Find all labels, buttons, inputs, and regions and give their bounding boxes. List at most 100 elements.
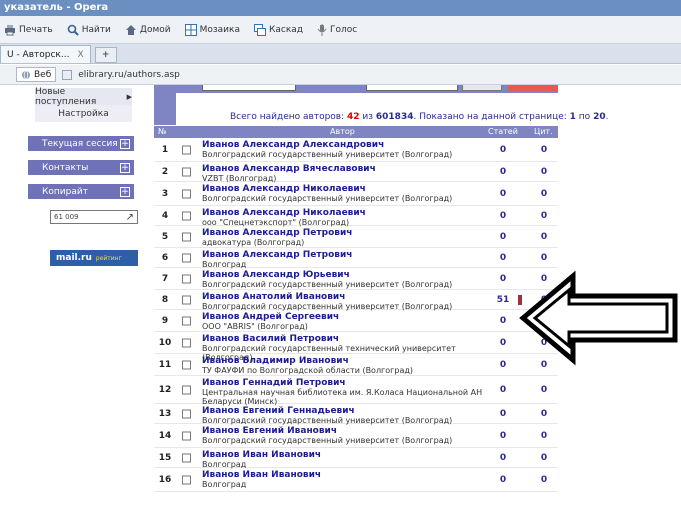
articles-count[interactable]: 0 <box>494 232 512 242</box>
citations-count[interactable]: 0 <box>536 385 552 395</box>
sort-field-select[interactable] <box>202 85 296 91</box>
home-label: Домой <box>139 24 171 35</box>
voice-label: Голос <box>330 24 358 35</box>
citations-count[interactable]: 0 <box>536 167 552 177</box>
row-checkbox[interactable] <box>182 167 191 176</box>
table-row: 7 Иванов Александр Юрьевич Волгоградский г… <box>154 268 558 290</box>
row-checkbox[interactable] <box>182 453 191 462</box>
author-name-link[interactable]: Иванов Владимир Иванович <box>202 356 492 366</box>
row-checkbox[interactable] <box>182 431 191 440</box>
articles-count[interactable]: 0 <box>494 360 512 370</box>
new-tab-button[interactable]: + <box>94 47 117 63</box>
articles-count[interactable]: 0 <box>494 167 512 177</box>
home-button[interactable]: Домой <box>125 24 171 36</box>
authors-table: 1 Иванов Александр Александрович Волгоград… <box>154 138 558 492</box>
search-button[interactable] <box>508 85 558 91</box>
row-checkbox[interactable] <box>182 145 191 154</box>
close-icon[interactable]: X <box>77 50 83 60</box>
author-cell: Иванов Иван Иванович Волгоград <box>202 450 492 469</box>
visit-counter[interactable]: 61 009 ↗ <box>50 210 138 224</box>
voice-button[interactable]: Голос <box>317 24 357 36</box>
articles-count[interactable]: 0 <box>494 316 512 326</box>
author-name-link[interactable]: Иванов Геннадий Петрович <box>202 378 492 388</box>
citations-count[interactable]: 0 <box>536 253 552 263</box>
mosaic-button[interactable]: Мозаика <box>184 23 240 36</box>
row-number: 3 <box>161 188 169 199</box>
author-name-link[interactable]: Иванов Александр Николаевич <box>202 184 492 194</box>
articles-count[interactable]: 0 <box>494 338 512 348</box>
row-checkbox[interactable] <box>182 274 191 283</box>
citations-count[interactable]: 0 <box>536 145 552 155</box>
counter-value: 61 009 <box>54 213 79 221</box>
row-checkbox[interactable] <box>182 409 191 418</box>
header-citations[interactable]: Цит. <box>534 127 553 136</box>
citations-count[interactable]: 0 <box>536 409 552 419</box>
author-name-link[interactable]: Иванов Анатолий Иванович <box>202 292 492 302</box>
articles-count[interactable]: 0 <box>494 409 512 419</box>
articles-count[interactable]: 0 <box>494 453 512 463</box>
url-field[interactable]: elibrary.ru/authors.asp <box>78 70 180 80</box>
web-search-button[interactable]: Веб <box>16 67 57 82</box>
new-arrivals-link[interactable]: Новые поступления ▶ <box>35 87 132 107</box>
contacts-button[interactable]: Контакты + <box>28 160 134 175</box>
author-name-link[interactable]: Иванов Александр Александрович <box>202 140 492 150</box>
author-affiliation: Волгоград <box>202 480 247 489</box>
articles-count[interactable]: 0 <box>494 253 512 263</box>
summary-of: из <box>359 112 376 122</box>
row-checkbox[interactable] <box>182 316 191 325</box>
author-name-link[interactable]: Иванов Александр Петрович <box>202 250 492 260</box>
tab-authors[interactable]: U - Авторск... X <box>0 45 91 63</box>
row-checkbox[interactable] <box>182 232 191 241</box>
row-number: 2 <box>161 166 169 177</box>
row-checkbox[interactable] <box>182 211 191 220</box>
sort-order-select[interactable] <box>366 85 458 91</box>
find-button[interactable]: Найти <box>67 24 111 36</box>
author-name-link[interactable]: Иванов Андрей Сергеевич <box>202 312 492 322</box>
table-row: 16 Иванов Иван Иванович Волгоград 0 0 <box>154 468 558 492</box>
table-row: 9 Иванов Андрей Сергеевич ООО "ABRIS" (Вол… <box>154 310 558 332</box>
citations-count[interactable]: 0 <box>536 232 552 242</box>
articles-count[interactable]: 0 <box>494 475 512 485</box>
copyright-button[interactable]: Копирайт + <box>28 184 134 199</box>
articles-count[interactable]: 0 <box>494 145 512 155</box>
row-checkbox[interactable] <box>182 385 191 394</box>
author-name-link[interactable]: Иванов Александр Николаевич <box>202 208 492 218</box>
author-name-link[interactable]: Иванов Александр Вячеславович <box>202 164 492 174</box>
articles-count[interactable]: 0 <box>494 189 512 199</box>
row-checkbox[interactable] <box>182 295 191 304</box>
articles-count[interactable]: 0 <box>494 211 512 221</box>
current-session-button[interactable]: Текущая сессия + <box>28 136 134 151</box>
citations-count[interactable]: 0 <box>536 211 552 221</box>
summary-prefix: Всего найдено авторов: <box>230 112 347 122</box>
row-checkbox[interactable] <box>182 189 191 198</box>
author-name-link[interactable]: Иванов Василий Петрович <box>202 334 492 344</box>
mailru-small-label: рейтинг <box>95 254 122 262</box>
mailru-rating-badge[interactable]: mail.ru рейтинг <box>50 250 138 266</box>
row-checkbox[interactable] <box>182 338 191 347</box>
header-author: Автор <box>330 127 355 136</box>
citations-count[interactable]: 0 <box>536 475 552 485</box>
cascade-button[interactable]: Каскад <box>253 23 303 36</box>
author-name-link[interactable]: Иванов Иван Иванович <box>202 450 492 460</box>
articles-count[interactable]: 0 <box>494 431 512 441</box>
articles-count[interactable]: 51 <box>494 295 512 305</box>
settings-link[interactable]: Настройка <box>35 105 132 122</box>
row-checkbox[interactable] <box>182 360 191 369</box>
mosaic-label: Мозаика <box>199 24 240 35</box>
author-name-link[interactable]: Иванов Александр Юрьевич <box>202 270 492 280</box>
author-name-link[interactable]: Иванов Александр Петрович <box>202 228 492 238</box>
row-checkbox[interactable] <box>182 253 191 262</box>
author-name-link[interactable]: Иванов Иван Иванович <box>202 470 492 480</box>
citations-count[interactable]: 0 <box>536 453 552 463</box>
articles-count[interactable]: 0 <box>494 274 512 284</box>
print-button[interactable]: Печать <box>4 24 53 36</box>
citations-count[interactable]: 0 <box>536 189 552 199</box>
author-name-link[interactable]: Иванов Евгений Геннадьевич <box>202 406 492 416</box>
row-checkbox[interactable] <box>182 475 191 484</box>
author-name-link[interactable]: Иванов Евгений Иванович <box>202 426 492 436</box>
find-label: Найти <box>81 24 111 35</box>
sort-apply-button[interactable] <box>462 85 502 91</box>
header-articles[interactable]: Статей <box>488 127 518 136</box>
citations-count[interactable]: 0 <box>536 431 552 441</box>
articles-count[interactable]: 0 <box>494 385 512 395</box>
